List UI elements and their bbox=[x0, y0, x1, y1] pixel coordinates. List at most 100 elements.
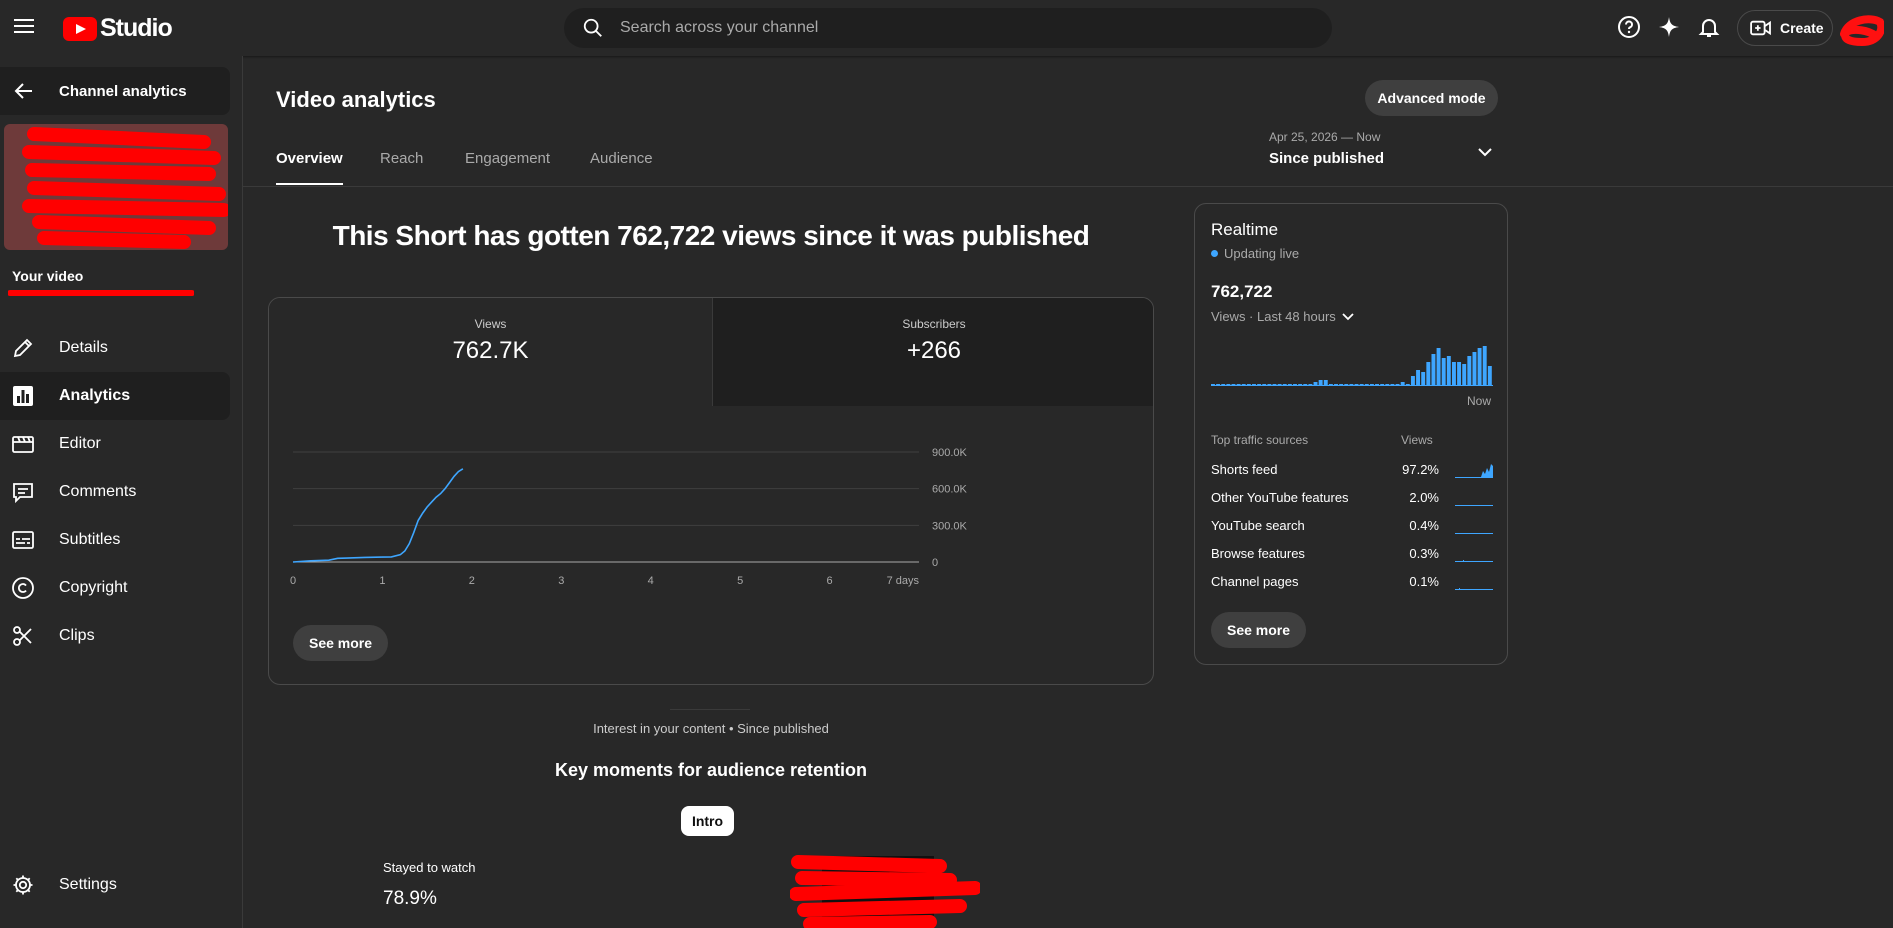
y-tick-label: 300.0K bbox=[932, 520, 968, 532]
sidebar-item-clips[interactable]: Clips bbox=[0, 612, 230, 660]
x-tick-label: 1 bbox=[379, 575, 385, 587]
search-input[interactable] bbox=[620, 19, 1270, 37]
notifications-icon[interactable] bbox=[1696, 14, 1722, 40]
sidebar-item-label: Settings bbox=[59, 876, 117, 893]
copyright-icon bbox=[12, 577, 34, 599]
x-tick-label: 0 bbox=[290, 575, 296, 587]
search-bar[interactable] bbox=[564, 8, 1332, 48]
views-series-line bbox=[292, 468, 464, 563]
sidebar-item-editor[interactable]: Editor bbox=[0, 420, 230, 468]
traffic-name: Channel pages bbox=[1211, 574, 1299, 589]
x-tick-label: 3 bbox=[558, 575, 564, 587]
sparkle-icon[interactable] bbox=[1656, 14, 1682, 40]
back-arrow-icon bbox=[14, 83, 32, 99]
sidebar-item-details[interactable]: Details bbox=[0, 324, 230, 372]
traffic-row: Shorts feed 97.2% bbox=[1211, 462, 1493, 482]
stayed-to-watch-label: Stayed to watch bbox=[383, 860, 476, 875]
analytics-icon bbox=[13, 386, 33, 406]
sidebar-item-comments[interactable]: Comments bbox=[0, 468, 230, 516]
realtime-bar bbox=[1410, 376, 1415, 386]
metric-label: Views bbox=[474, 317, 507, 331]
date-range-label: Since published bbox=[1269, 150, 1385, 167]
scissors-icon bbox=[13, 626, 32, 646]
traffic-pct: 0.1% bbox=[1409, 574, 1439, 589]
your-video-label: Your video bbox=[12, 268, 84, 284]
realtime-bar bbox=[1451, 362, 1456, 386]
live-dot-icon bbox=[1211, 250, 1218, 257]
tab-overview[interactable]: Overview bbox=[276, 150, 343, 185]
studio-logo[interactable]: Studio bbox=[63, 14, 173, 43]
intro-chip[interactable]: Intro bbox=[681, 806, 734, 836]
realtime-bar bbox=[1467, 356, 1472, 386]
create-label: Create bbox=[1780, 20, 1824, 36]
realtime-see-more-button[interactable]: See more bbox=[1211, 612, 1307, 648]
sidebar-item-subtitles[interactable]: Subtitles bbox=[0, 516, 230, 564]
traffic-sparkline bbox=[1455, 588, 1493, 590]
tab-audience[interactable]: Audience bbox=[590, 150, 653, 185]
stayed-to-watch-value: 78.9% bbox=[383, 888, 437, 909]
overview-card: Views 762.7K Subscribers +266 900.0K 600.… bbox=[268, 297, 1154, 685]
back-to-channel-analytics[interactable]: Channel analytics bbox=[0, 67, 230, 115]
see-more-button[interactable]: See more bbox=[293, 625, 389, 661]
traffic-name: YouTube search bbox=[1211, 518, 1305, 533]
realtime-period-dropdown[interactable]: Views · Last 48 hours bbox=[1211, 308, 1356, 324]
y-tick-label: 600.0K bbox=[932, 484, 968, 496]
realtime-bar bbox=[1457, 362, 1462, 386]
sidebar-item-label: Editor bbox=[59, 435, 101, 452]
sidebar-item-label: Comments bbox=[59, 483, 137, 500]
traffic-pct: 2.0% bbox=[1409, 490, 1439, 505]
chevron-down-icon bbox=[1342, 313, 1354, 321]
sidebar-item-copyright[interactable]: Copyright bbox=[0, 564, 230, 612]
menu-icon[interactable] bbox=[14, 17, 36, 35]
clapperboard-icon bbox=[12, 436, 34, 453]
tab-reach[interactable]: Reach bbox=[380, 150, 423, 185]
metric-subscribers[interactable]: Subscribers +266 bbox=[712, 298, 1153, 406]
x-tick-label: 2 bbox=[469, 575, 475, 587]
realtime-bar bbox=[1441, 358, 1446, 386]
search-icon bbox=[583, 18, 602, 37]
realtime-bar bbox=[1472, 352, 1477, 386]
sidebar-item-settings[interactable]: Settings bbox=[0, 861, 230, 909]
interest-label: Interest in your content • Since publish… bbox=[593, 721, 829, 736]
views-headline: This Short has gotten 762,722 views sinc… bbox=[332, 220, 1090, 251]
avatar[interactable] bbox=[1840, 12, 1884, 46]
sidebar-item-label: Subtitles bbox=[59, 531, 121, 548]
traffic-sparkline bbox=[1455, 560, 1493, 562]
sidebar-item-label: Analytics bbox=[59, 387, 131, 404]
realtime-bar bbox=[1421, 372, 1426, 386]
realtime-bar bbox=[1431, 354, 1436, 386]
metric-views[interactable]: Views 762.7K bbox=[269, 298, 712, 406]
live-label: Updating live bbox=[1224, 246, 1300, 261]
back-label: Channel analytics bbox=[59, 82, 187, 100]
realtime-count: 762,722 bbox=[1211, 282, 1273, 301]
traffic-pct: 97.2% bbox=[1402, 462, 1439, 477]
x-tick-label: 4 bbox=[648, 575, 654, 587]
gear-icon bbox=[13, 875, 33, 895]
chevron-down-icon bbox=[1478, 148, 1492, 157]
sidebar-item-analytics[interactable]: Analytics bbox=[0, 372, 230, 420]
realtime-bar bbox=[1482, 346, 1487, 386]
subtitles-icon bbox=[12, 531, 34, 549]
traffic-name: Shorts feed bbox=[1211, 462, 1278, 477]
video-thumbnail[interactable] bbox=[4, 124, 228, 250]
realtime-card: Realtime Updating live 762,722 Views · L… bbox=[1194, 203, 1508, 665]
advanced-mode-button[interactable]: Advanced mode bbox=[1365, 80, 1498, 116]
date-range-picker[interactable]: Apr 25, 2026 — Now Since published bbox=[1269, 130, 1501, 172]
realtime-bar-chart bbox=[1211, 346, 1493, 386]
page-title: Video analytics bbox=[276, 87, 436, 112]
traffic-sparkline bbox=[1455, 464, 1493, 478]
traffic-pct: 0.3% bbox=[1409, 546, 1439, 561]
sidebar: Channel analytics Your video Details Ana… bbox=[0, 56, 243, 928]
logo-text: Studio bbox=[100, 14, 173, 42]
live-indicator: Updating live bbox=[1211, 246, 1299, 261]
create-button[interactable]: Create bbox=[1737, 10, 1833, 46]
tab-engagement[interactable]: Engagement bbox=[465, 150, 550, 185]
traffic-row: Channel pages 0.1% bbox=[1211, 574, 1493, 594]
video-title-redaction bbox=[8, 290, 194, 296]
traffic-row: Other YouTube features 2.0% bbox=[1211, 490, 1493, 510]
realtime-bar bbox=[1462, 364, 1467, 386]
sidebar-item-label: Details bbox=[59, 339, 108, 356]
realtime-period-label: Views · Last 48 hours bbox=[1211, 308, 1336, 324]
help-icon[interactable] bbox=[1616, 14, 1642, 40]
views-line-chart: 900.0K 600.0K 300.0K 0 0 1 2 3 4 5 6 7 days bbox=[290, 447, 968, 587]
